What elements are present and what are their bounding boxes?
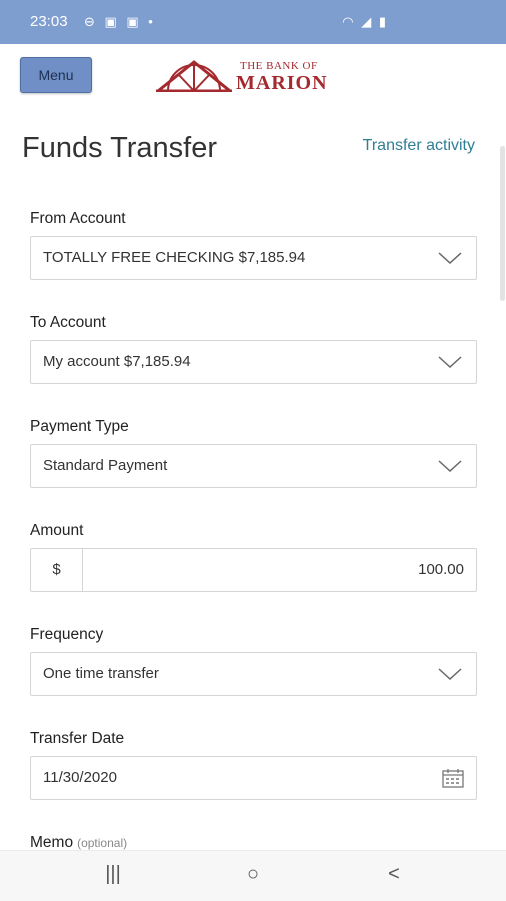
- transfer-date-label: Transfer Date: [30, 730, 125, 747]
- menu-button[interactable]: Menu: [20, 57, 92, 93]
- status-bar: 23:03 ⊖ ▣ ▣ • ◠ ◢ ▮: [0, 0, 506, 44]
- status-signal-icons: ◠ ◢ ▮: [342, 14, 388, 29]
- main-content: Funds Transfer Transfer activity From Ac…: [0, 106, 506, 850]
- home-icon[interactable]: ○: [238, 863, 268, 889]
- memo-label-text: Memo: [30, 834, 74, 850]
- payment-type-label: Payment Type: [30, 418, 129, 435]
- status-time: 23:03: [30, 13, 68, 30]
- transfer-date-value: 11/30/2020: [43, 769, 117, 786]
- to-account-select[interactable]: My account $7,185.94: [30, 340, 477, 384]
- bank-logo[interactable]: THE BANK OF MARION: [156, 58, 356, 94]
- back-icon[interactable]: <: [379, 863, 409, 889]
- from-account-value: TOTALLY FREE CHECKING $7,185.94: [43, 249, 306, 266]
- memo-optional-hint: (optional): [77, 836, 128, 850]
- frequency-value: One time transfer: [43, 665, 159, 682]
- status-notification-icons: ⊖ ▣ ▣ •: [84, 14, 156, 29]
- chevron-down-icon: [438, 252, 462, 265]
- to-account-label: To Account: [30, 314, 106, 331]
- frequency-select[interactable]: One time transfer: [30, 652, 477, 696]
- memo-label: Memo (optional): [30, 834, 127, 850]
- amount-label: Amount: [30, 522, 84, 539]
- amount-input[interactable]: $ 100.00: [30, 548, 477, 592]
- app-header: Menu THE BANK OF MARION: [0, 44, 506, 108]
- page-title: Funds Transfer: [22, 132, 218, 164]
- calendar-icon[interactable]: [442, 768, 464, 788]
- currency-symbol: $: [31, 549, 83, 591]
- logo-arch-icon: [156, 60, 232, 92]
- chevron-down-icon: [438, 460, 462, 473]
- frequency-label: Frequency: [30, 626, 104, 643]
- recent-apps-icon[interactable]: |||: [98, 863, 128, 889]
- android-nav-bar: ||| ○ <: [0, 850, 506, 901]
- logo-line2: MARION: [236, 72, 328, 94]
- logo-line1: THE BANK OF: [240, 60, 318, 72]
- from-account-label: From Account: [30, 210, 126, 227]
- transfer-date-input[interactable]: 11/30/2020: [30, 756, 477, 800]
- transfer-activity-link[interactable]: Transfer activity: [363, 137, 475, 155]
- payment-type-select[interactable]: Standard Payment: [30, 444, 477, 488]
- amount-value: 100.00: [418, 561, 464, 578]
- chevron-down-icon: [438, 668, 462, 681]
- payment-type-value: Standard Payment: [43, 457, 168, 474]
- chevron-down-icon: [438, 356, 462, 369]
- page-scrollbar[interactable]: [500, 146, 505, 301]
- to-account-value: My account $7,185.94: [43, 353, 191, 370]
- from-account-select[interactable]: TOTALLY FREE CHECKING $7,185.94: [30, 236, 477, 280]
